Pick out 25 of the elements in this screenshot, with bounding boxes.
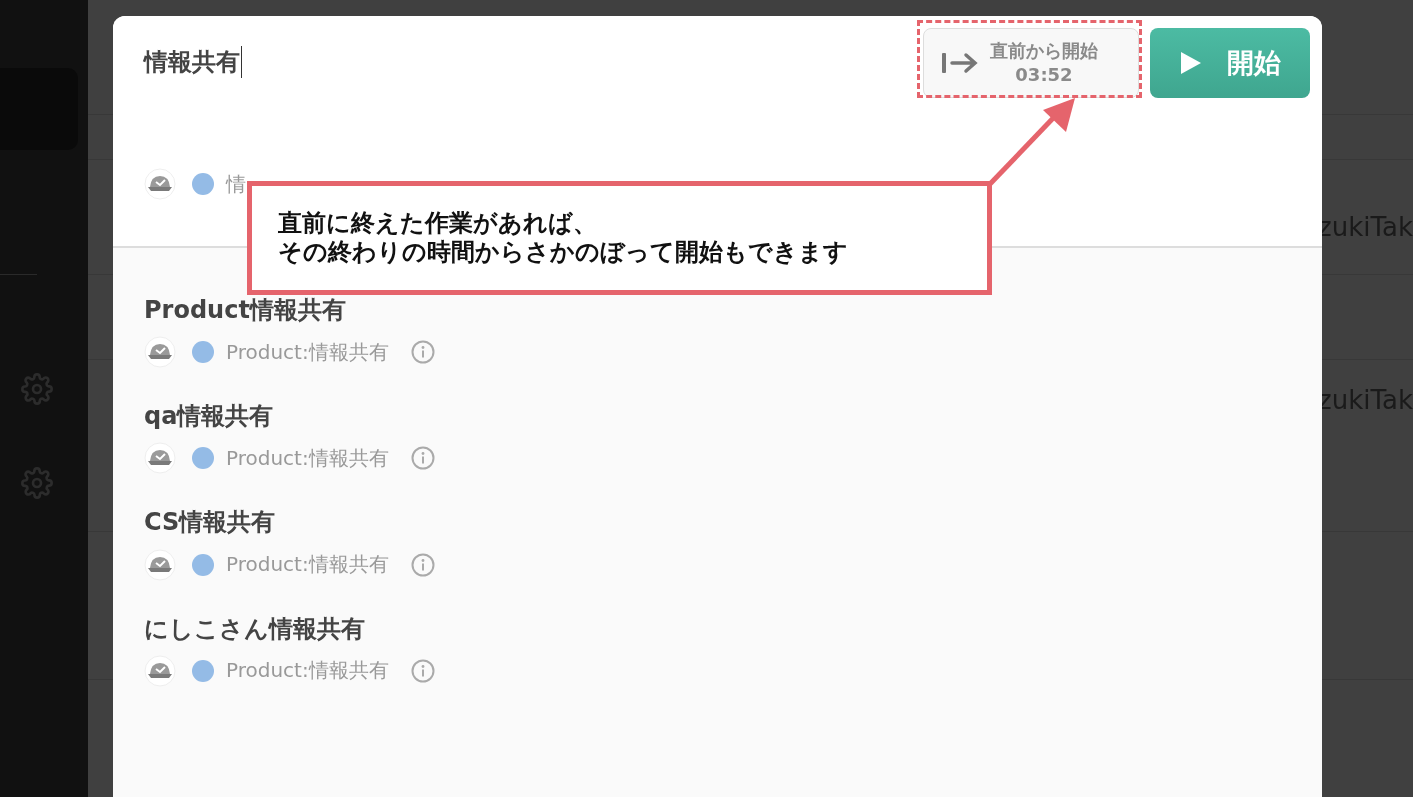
project-label: 情 [226,170,246,198]
logo-icon [144,168,176,200]
logo-icon [144,442,176,475]
info-icon[interactable] [410,446,435,471]
settings-icon[interactable] [21,373,53,405]
project-label: Product:情報共有 [226,338,389,366]
play-icon [1179,50,1203,76]
task-title[interactable]: にしこさん情報共有 [144,616,365,642]
task-title[interactable]: Product情報共有 [144,298,346,324]
callout-text: 直前に終えた作業があれば、 [278,209,597,238]
task-title[interactable]: qa情報共有 [144,404,274,430]
project-label: Product:情報共有 [226,444,389,472]
logo-icon [144,654,176,687]
project-label: Product:情報共有 [226,657,389,685]
project-label: Product:情報共有 [226,551,389,579]
info-icon[interactable] [410,340,435,365]
task-title[interactable]: CS情報共有 [144,510,276,536]
logo-icon [144,336,176,369]
info-icon[interactable] [410,552,435,577]
settings-icon[interactable] [21,467,53,499]
logo-icon [144,548,176,581]
callout-text: その終わりの時間からさかのぼって開始もできます [278,238,848,267]
info-icon[interactable] [410,658,435,683]
bar-arrow-icon [940,50,980,76]
title-field[interactable]: 情報共有 [144,46,923,78]
